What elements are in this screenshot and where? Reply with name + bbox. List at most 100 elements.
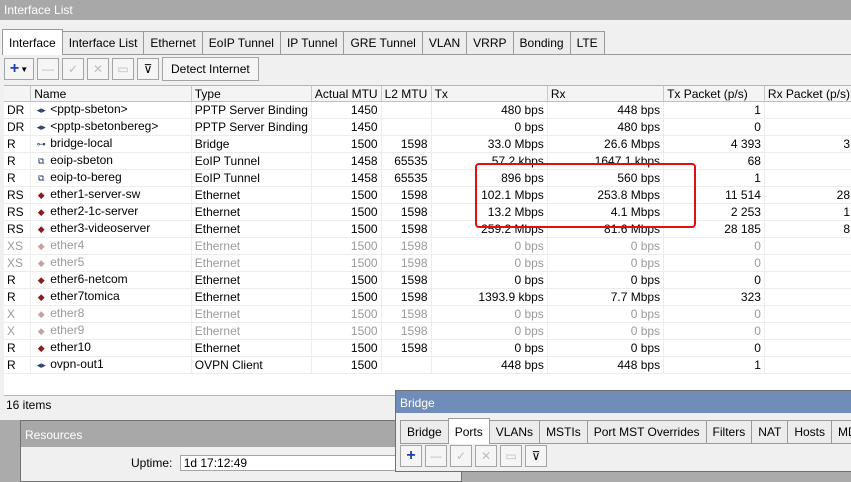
enable-button[interactable]: ✓ (62, 58, 84, 80)
interface-list-window: Interface List Interface Interface List Et… (0, 0, 851, 420)
bridge-tab-bridge[interactable]: Bridge (400, 420, 449, 443)
table-row[interactable]: DR ◂▸ <pptp-sbeton> PPTP Server Binding 1450… (4, 101, 851, 119)
remove-button[interactable]: — (37, 58, 59, 80)
bridge-tab-port-mst-overrides[interactable]: Port MST Overrides (586, 420, 707, 443)
cell-rxp (764, 152, 851, 170)
table-row[interactable]: DR ◂▸ <pptp-sbetonbereg> PPTP Server Bindin… (4, 118, 851, 136)
cell-mtu: 1450 (311, 101, 382, 119)
column-header[interactable]: Rx Packet (p/s) (764, 86, 851, 102)
bridge-tab-nat[interactable]: NAT (751, 420, 789, 443)
tab-gre-tunnel[interactable]: GRE Tunnel (343, 31, 423, 54)
table-row[interactable]: R ◆ ether6-netcom Ethernet 1500 1598 0 bps 0 bp… (4, 271, 851, 289)
bridge-tab-mstis[interactable]: MSTIs (539, 420, 588, 443)
table-row[interactable]: R ◆ ether7tomica Ethernet 1500 1598 1393.9 kbp… (4, 288, 851, 306)
filter-button[interactable]: ⊽ (137, 58, 159, 80)
disable-button[interactable]: ✕ (87, 58, 109, 80)
tab-eoip-tunnel[interactable]: EoIP Tunnel (201, 31, 281, 54)
cell-type: Ethernet (191, 339, 312, 357)
add-button[interactable]: + ▼ (4, 58, 34, 80)
cell-type: Ethernet (191, 237, 312, 255)
bridge-tab-vlans[interactable]: VLANs (488, 420, 541, 443)
cell-rxp (764, 254, 851, 272)
comment-button[interactable]: ▭ (112, 58, 134, 80)
cell-mtu: 1500 (311, 288, 382, 306)
uptime-row: Uptime: 1d 17:12:49 (131, 455, 398, 471)
cell-mtu: 1500 (311, 254, 382, 272)
table-row[interactable]: R ⊶ bridge-local Bridge 1500 1598 33.0 Mbps 26.… (4, 135, 851, 153)
bridge-remove-button[interactable]: — (425, 445, 447, 467)
eoip-icon: ⧉ (38, 156, 45, 166)
cell-type: Ethernet (191, 186, 312, 204)
table-row[interactable]: R ◂▸ ovpn-out1 OVPN Client 1500 448 bps 448 bp… (4, 356, 851, 374)
column-header[interactable] (4, 86, 32, 102)
bridge-filter-button[interactable]: ⊽ (525, 445, 547, 467)
bridge-comment-button[interactable]: ▭ (500, 445, 522, 467)
cell-rxp (764, 322, 851, 340)
cell-rxp: 28 (764, 186, 851, 204)
cell-tx: 0 bps (431, 271, 548, 289)
bridge-tab-filters[interactable]: Filters (705, 420, 753, 443)
cell-name: ◆ ether1-server-sw (30, 186, 192, 204)
bridge-tab-ports[interactable]: Ports (447, 418, 490, 444)
cell-mtu: 1500 (311, 135, 382, 153)
table-row[interactable]: XS ◆ ether5 Ethernet 1500 1598 0 bps 0 bps 0 (4, 254, 851, 272)
interface-name: ether7tomica (50, 289, 120, 303)
column-header[interactable]: L2 MTU (381, 86, 432, 102)
cell-rx: 4.1 Mbps (547, 203, 665, 221)
cell-flags: R (4, 135, 32, 153)
bridge-tab-mdb[interactable]: MDB (831, 420, 851, 443)
bridge-tab-hosts[interactable]: Hosts (787, 420, 833, 443)
uptime-value[interactable]: 1d 17:12:49 (179, 455, 398, 471)
table-row[interactable]: R ◆ ether10 Ethernet 1500 1598 0 bps 0 bps 0 (4, 339, 851, 357)
tab-ip-tunnel[interactable]: IP Tunnel (279, 31, 345, 54)
column-header[interactable]: Rx (547, 86, 665, 102)
detect-internet-button[interactable]: Detect Internet (162, 57, 259, 81)
window-title: Interface List (0, 0, 851, 20)
interface-name: ether8 (50, 306, 85, 320)
cell-rx: 253.8 Mbps (547, 186, 665, 204)
tab-ethernet[interactable]: Ethernet (143, 31, 203, 54)
column-header[interactable]: Tx (431, 86, 548, 102)
cell-tx: 33.0 Mbps (431, 135, 548, 153)
ethernet-icon: ◆ (37, 258, 45, 268)
column-header[interactable]: Name (30, 86, 192, 102)
cell-rx: 0 bps (547, 237, 665, 255)
cell-mtu: 1500 (311, 271, 382, 289)
cross-icon: ✕ (480, 449, 492, 463)
table-row[interactable]: R ⧉ eoip-sbeton EoIP Tunnel 1458 65535 57.2 kb… (4, 152, 851, 170)
column-header[interactable]: Actual MTU (311, 86, 382, 102)
bridge-toolbar: + — ✓ ✕ ▭ ⊽ (400, 445, 550, 467)
tab-interface[interactable]: Interface (2, 29, 63, 55)
table-row[interactable]: R ⧉ eoip-to-bereg EoIP Tunnel 1458 65535 896 b… (4, 169, 851, 187)
bridge-add-button[interactable]: + (400, 445, 422, 467)
tab-vrrp[interactable]: VRRP (466, 31, 514, 54)
cell-txp: 0 (663, 254, 765, 272)
table-row[interactable]: X ◆ ether8 Ethernet 1500 1598 0 bps 0 bps 0 (4, 305, 851, 323)
cell-tx: 0 bps (431, 322, 548, 340)
tab-vlan[interactable]: VLAN (421, 31, 468, 54)
cell-rxp (764, 288, 851, 306)
cell-tx: 0 bps (431, 118, 548, 136)
table-row[interactable]: X ◆ ether9 Ethernet 1500 1598 0 bps 0 bps 0 (4, 322, 851, 340)
tab-interface-list[interactable]: Interface List (61, 31, 145, 54)
cell-type: Ethernet (191, 305, 312, 323)
cell-rx: 0 bps (547, 305, 665, 323)
tab-lte[interactable]: LTE (569, 31, 605, 54)
column-header[interactable]: Tx Packet (p/s) (663, 86, 765, 102)
cell-tx: 0 bps (431, 339, 548, 357)
cell-mtu: 1500 (311, 339, 382, 357)
tab-bonding[interactable]: Bonding (512, 31, 571, 54)
interface-name: <pptp-sbetonbereg> (50, 119, 159, 133)
cell-l2mtu: 1598 (381, 339, 432, 357)
table-row[interactable]: RS ◆ ether1-server-sw Ethernet 1500 1598 102.1… (4, 186, 851, 204)
cell-flags: R (4, 339, 32, 357)
check-icon: ✓ (67, 62, 79, 76)
cell-name: ⊶ bridge-local (30, 135, 192, 153)
table-row[interactable]: RS ◆ ether2-1c-server Ethernet 1500 1598 13.2 … (4, 203, 851, 221)
table-row[interactable]: XS ◆ ether4 Ethernet 1500 1598 0 bps 0 bps 0 (4, 237, 851, 255)
bridge-enable-button[interactable]: ✓ (450, 445, 472, 467)
table-row[interactable]: RS ◆ ether3-videoserver Ethernet 1500 1598 259… (4, 220, 851, 238)
column-header[interactable]: Type (191, 86, 312, 102)
cell-type: Ethernet (191, 220, 312, 238)
bridge-disable-button[interactable]: ✕ (475, 445, 497, 467)
